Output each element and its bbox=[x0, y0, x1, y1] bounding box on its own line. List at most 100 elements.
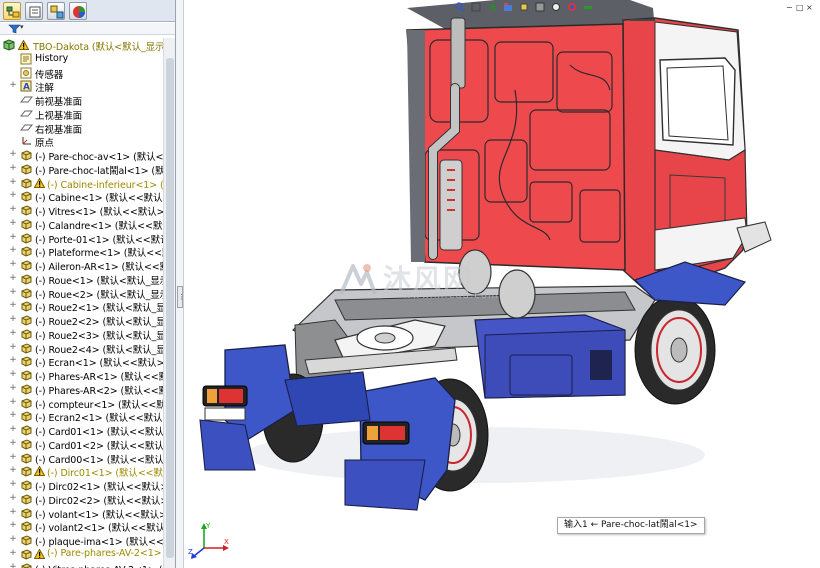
expand-toggle[interactable]: + bbox=[9, 493, 17, 503]
filter-dropdown[interactable]: ▾ bbox=[20, 23, 24, 31]
tree-component-item[interactable]: + (-) Card01<2> (默认<<默认>_ bbox=[0, 437, 175, 452]
expand-toggle[interactable]: + bbox=[9, 177, 17, 187]
tree-feature-item[interactable]: History bbox=[0, 52, 175, 66]
expand-toggle[interactable]: + bbox=[9, 548, 17, 558]
expand-toggle[interactable]: + bbox=[9, 411, 17, 420]
tree-component-item[interactable]: + (-) Roue2<1> (默认<默认_显示 bbox=[0, 299, 175, 315]
hide-show-icon[interactable] bbox=[551, 2, 561, 12]
tree-component-item[interactable]: + (-) Porte-01<1> (默认<<默认 bbox=[0, 231, 175, 246]
tree-component-item[interactable]: + (-) Pare-choc-lat鬧al<1> (默认 bbox=[0, 162, 175, 177]
tree-component-item[interactable]: + (-) Phares-AR<1> (默认<<默认 bbox=[0, 368, 175, 384]
expand-toggle[interactable]: + bbox=[9, 205, 17, 214]
tree-component-item[interactable]: + (-) Roue<1> (默认<默认_显示 bbox=[0, 272, 175, 287]
tree-component-item[interactable]: + (-) Dirc02<2> (默认<<默认>_ bbox=[0, 492, 175, 507]
tree-component-item[interactable]: + (-) Roue2<2> (默认<默认_显示 bbox=[0, 313, 175, 329]
expand-toggle[interactable]: + bbox=[9, 452, 17, 462]
expand-toggle[interactable]: + bbox=[9, 370, 17, 379]
tree-component-item[interactable]: + (-) plaque-ima<1> (默认<<默认 bbox=[0, 533, 175, 549]
expand-toggle[interactable]: + bbox=[9, 356, 17, 365]
expand-toggle[interactable]: + bbox=[9, 535, 17, 544]
part-icon bbox=[20, 383, 33, 395]
propertymanager-tab[interactable] bbox=[25, 2, 43, 20]
expand-toggle[interactable]: + bbox=[9, 438, 17, 448]
tree-component-item[interactable]: + (-) Ecran<1> (默认<<默认>_显 bbox=[0, 354, 175, 370]
view-orientation-icon[interactable] bbox=[519, 2, 529, 12]
minimize-button[interactable]: − bbox=[786, 4, 794, 12]
tree-component-item[interactable]: + (-) Dirc01<1> (默认<<默认 bbox=[0, 464, 175, 479]
expand-toggle[interactable]: + bbox=[9, 301, 17, 310]
watermark-logo-icon bbox=[339, 264, 377, 295]
expand-toggle[interactable]: + bbox=[9, 260, 17, 269]
expand-toggle[interactable]: + bbox=[9, 507, 17, 517]
zoom-to-fit-icon[interactable] bbox=[455, 2, 465, 12]
tree-component-item[interactable]: + (-) Plateforme<1> (默认<<默 bbox=[0, 244, 175, 260]
tree-feature-item[interactable]: 原点 bbox=[0, 134, 175, 149]
expand-toggle[interactable]: + bbox=[9, 397, 17, 407]
close-button[interactable]: × bbox=[806, 4, 814, 12]
edit-appearance-icon[interactable] bbox=[567, 2, 577, 12]
tree-component-item[interactable]: + (-) Dirc02<1> (默认<<默认>_ bbox=[0, 478, 175, 494]
tree-item-label: (-) Pare-phares-AV-2<1> bbox=[47, 547, 162, 559]
tree-component-item[interactable]: + (-) volant2<1> (默认<<默认>_ bbox=[0, 519, 175, 535]
previous-view-icon[interactable] bbox=[487, 2, 497, 12]
tree-component-item[interactable]: + (-) Card01<1> (默认<<默认>_ bbox=[0, 423, 175, 439]
expand-toggle[interactable]: + bbox=[9, 287, 17, 297]
tree-component-item[interactable]: + (-) Ecran2<1> (默认<<默认>_ bbox=[0, 409, 175, 425]
tree-component-item[interactable]: + (-) Pare-phares-AV-2<1> bbox=[0, 547, 175, 561]
tree-feature-item[interactable]: + A 注解 bbox=[0, 79, 175, 94]
tree-component-item[interactable]: + (-) Roue2<3> (默认<默认_显示 bbox=[0, 327, 175, 342]
expand-toggle[interactable]: + bbox=[9, 150, 17, 159]
section-view-icon[interactable] bbox=[503, 2, 513, 12]
configuration-manager-icon bbox=[50, 5, 64, 19]
tree-component-item[interactable]: + (-) volant<1> (默认<<默认>_ bbox=[0, 506, 175, 521]
part-icon bbox=[20, 218, 33, 230]
display-style-icon[interactable] bbox=[535, 2, 545, 12]
featuremanager-tab[interactable] bbox=[3, 2, 21, 20]
expand-toggle[interactable]: + bbox=[9, 81, 17, 90]
tree-component-item[interactable]: + (-) Cabine-inferieur<1> (默 bbox=[0, 176, 175, 191]
tree-feature-item[interactable]: 前视基准面 bbox=[0, 93, 175, 108]
expand-toggle[interactable]: + bbox=[9, 562, 17, 568]
tree-feature-item[interactable]: 传感器 bbox=[0, 66, 175, 81]
tree-scrollbar[interactable] bbox=[163, 38, 175, 568]
appearance-tab[interactable] bbox=[69, 2, 87, 20]
tree-feature-item[interactable]: 上视基准面 bbox=[0, 107, 175, 122]
tree-component-item[interactable]: + (-) Roue2<4> (默认<默认_显示 bbox=[0, 341, 175, 356]
tree-component-item[interactable]: + (-) Cabine<1> (默认<<默认>_ bbox=[0, 189, 175, 205]
expand-toggle[interactable]: + bbox=[9, 521, 17, 530]
tree-root-assembly[interactable]: TBO-Dakota (默认<默认_显示 bbox=[0, 38, 175, 53]
expand-toggle[interactable]: + bbox=[9, 191, 17, 200]
configurationmanager-tab[interactable] bbox=[47, 2, 65, 20]
restore-button[interactable]: □ bbox=[796, 4, 804, 12]
expand-toggle[interactable]: + bbox=[9, 328, 17, 338]
expand-toggle[interactable]: + bbox=[9, 232, 17, 242]
tree-component-item[interactable]: + (-) Phares-AR<2> (默认<<默认 bbox=[0, 382, 175, 397]
expand-toggle[interactable]: + bbox=[9, 218, 17, 228]
scrollbar-thumb[interactable] bbox=[166, 58, 174, 558]
tree-component-item[interactable]: + (-) Pare-choc-av<1> (默认<< bbox=[0, 148, 175, 164]
graphics-area[interactable]: − □ × 沐风网 www.mfcad.com 输入1 ← Pare-choc-… bbox=[185, 0, 820, 568]
tree-component-item[interactable]: + (-) Roue<2> (默认<默认_显示 bbox=[0, 286, 175, 301]
expand-toggle[interactable]: + bbox=[9, 273, 17, 283]
zoom-area-icon[interactable] bbox=[471, 2, 481, 12]
tree-component-item[interactable]: + (-) Card00<1> (默认<<默认>_ bbox=[0, 451, 175, 466]
part-icon bbox=[20, 245, 33, 257]
expand-toggle[interactable]: + bbox=[9, 425, 17, 434]
panel-splitter[interactable]: ⋮ bbox=[176, 0, 185, 568]
view-settings-icon[interactable] bbox=[583, 2, 593, 12]
expand-toggle[interactable]: + bbox=[9, 315, 17, 324]
tree-component-item[interactable]: + (-) Calandre<1> (默认<<默认 bbox=[0, 217, 175, 232]
expand-toggle[interactable]: + bbox=[9, 383, 17, 393]
part-icon bbox=[20, 163, 33, 175]
tree-component-item[interactable]: + (-) Aileron-AR<1> (默认<<默 bbox=[0, 258, 175, 274]
expand-toggle[interactable]: + bbox=[9, 246, 17, 255]
expand-toggle[interactable]: + bbox=[9, 466, 17, 475]
tree-component-item[interactable]: + (-) compteur<1> (默认<<默认 bbox=[0, 396, 175, 411]
tree-feature-item[interactable]: 右视基准面 bbox=[0, 121, 175, 136]
tree-component-item[interactable]: + (-) Vitres<1> (默认<<默认>_显 bbox=[0, 203, 175, 219]
expand-toggle[interactable]: + bbox=[9, 163, 17, 173]
tree-component-item[interactable]: + (-) Vitres-phares-AV-2<1> (默 bbox=[0, 561, 175, 568]
collapse-panel-button[interactable]: ⋮ bbox=[177, 286, 185, 308]
expand-toggle[interactable]: + bbox=[9, 342, 17, 352]
expand-toggle[interactable]: + bbox=[9, 480, 17, 489]
